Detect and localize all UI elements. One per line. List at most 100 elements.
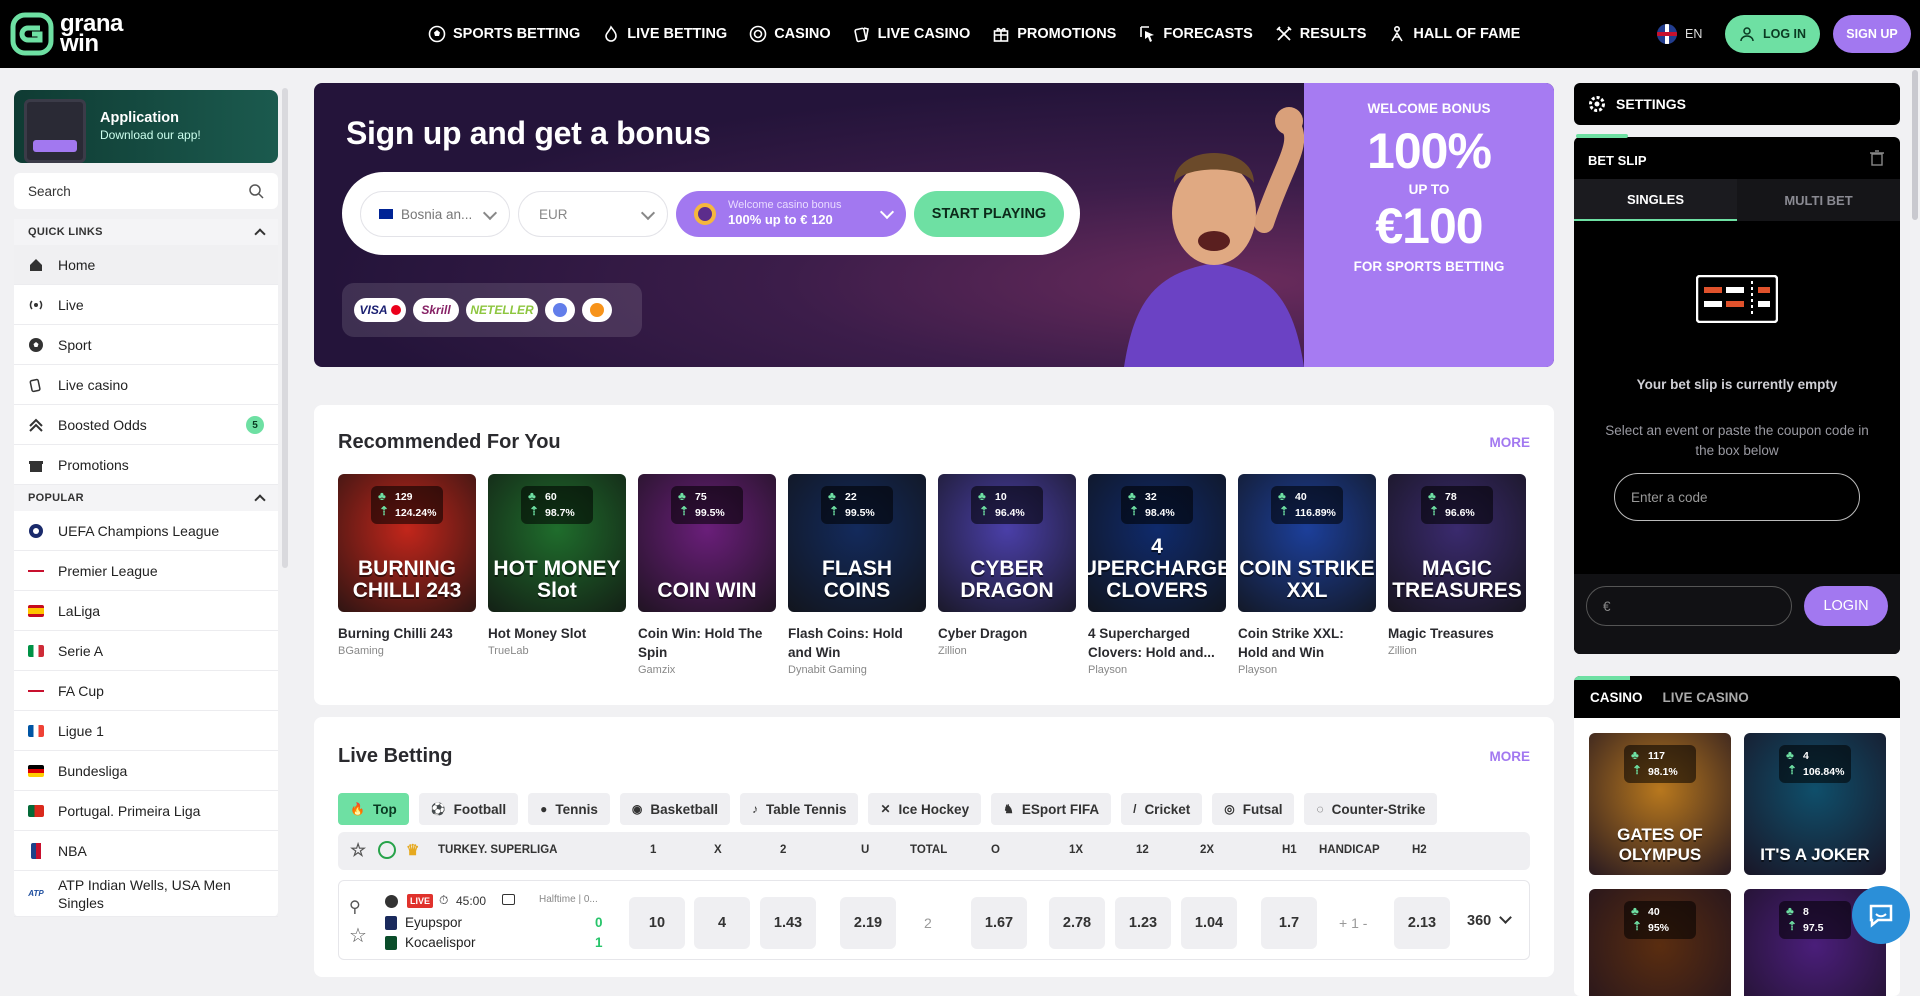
game-name[interactable]: Cyber Dragon	[938, 624, 1076, 643]
odd-button[interactable]: 2.78	[1049, 897, 1105, 949]
game-card[interactable]: 40 116.89% COIN STRIKE XXL Coin Strike XXL:…	[1238, 474, 1376, 676]
nav-promotions[interactable]: PROMOTIONS	[992, 25, 1116, 43]
nav-live-casino[interactable]: LIVE CASINO	[853, 25, 970, 43]
game-name[interactable]: Magic Treasures	[1388, 624, 1526, 643]
trash-icon[interactable]	[1870, 150, 1884, 166]
sidebar-item-primeira-liga[interactable]: Portugal. Primeira Liga	[14, 791, 278, 831]
star-icon[interactable]: ☆	[349, 923, 367, 948]
game-thumbnail[interactable]: 10 96.4% CYBER DRAGON	[938, 474, 1076, 612]
game-name[interactable]: Burning Chilli 243	[338, 624, 476, 643]
video-icon[interactable]	[502, 894, 515, 905]
nav-sports-betting[interactable]: SPORTS BETTING	[428, 25, 580, 43]
signup-button[interactable]: SIGN UP	[1833, 15, 1911, 53]
nav-forecasts[interactable]: FORECASTS	[1138, 25, 1253, 43]
sidebar-item-home[interactable]: Home	[14, 245, 278, 285]
sidebar-item-fa-cup[interactable]: FA Cup	[14, 671, 278, 711]
sidebar-item-live[interactable]: Live	[14, 285, 278, 325]
game-card[interactable]: 75 99.5% COIN WIN Coin Win: Hold The Spin Ga…	[638, 474, 776, 676]
sidebar-item-serie-a[interactable]: Serie A	[14, 631, 278, 671]
game-name[interactable]: Coin Win: Hold The Spin	[638, 624, 776, 662]
game-name[interactable]: Hot Money Slot	[488, 624, 626, 643]
tab-live-casino[interactable]: LIVE CASINO	[1663, 690, 1749, 705]
page-scrollbar[interactable]	[1912, 70, 1918, 220]
nav-hall-of-fame[interactable]: HALL OF FAME	[1388, 25, 1520, 43]
odd-button[interactable]: 2.19	[840, 897, 896, 949]
odd-button[interactable]: 1.7	[1261, 897, 1317, 949]
settings-bar[interactable]: SETTINGS	[1574, 83, 1900, 125]
tab-sport[interactable]: ◉ Basketball	[619, 793, 730, 825]
tab-sport[interactable]: ● Tennis	[528, 793, 610, 825]
odd-button[interactable]: 1.04	[1181, 897, 1237, 949]
sidebar-item-live-casino[interactable]: Live casino	[14, 365, 278, 405]
pin-icon[interactable]: ⚲	[349, 897, 361, 917]
odd-button[interactable]: 10	[629, 897, 685, 949]
tab-sport[interactable]: ♞ ESport FIFA	[991, 793, 1112, 825]
chevron-down-icon[interactable]	[1499, 911, 1512, 924]
tab-sport[interactable]: ◌ Counter-Strike	[1304, 793, 1438, 825]
game-card[interactable]: 22 99.5% FLASH COINS Flash Coins: Hold and …	[788, 474, 926, 676]
tab-sport[interactable]: ◎ Futsal	[1212, 793, 1295, 825]
game-name[interactable]: 4 Supercharged Clovers: Hold and...	[1088, 624, 1226, 662]
language-selector[interactable]: EN	[1657, 24, 1702, 44]
tab-multi-bet[interactable]: MULTI BET	[1737, 179, 1900, 221]
star-icon[interactable]: ☆	[350, 840, 366, 861]
bonus-select[interactable]: Welcome casino bonus 100% up to € 120	[676, 191, 906, 237]
tab-casino[interactable]: CASINO	[1590, 690, 1643, 705]
bet-slip-login-button[interactable]: LOGIN	[1804, 586, 1888, 626]
sidebar-item-promotions[interactable]: Promotions	[14, 445, 278, 485]
sidebar-item-premier-league[interactable]: Premier League	[14, 551, 278, 591]
game-card[interactable]: 78 96.6% MAGIC TREASURES Magic Treasures Zil…	[1388, 474, 1526, 676]
nav-casino[interactable]: CASINO	[749, 25, 831, 43]
game-card[interactable]: 10 96.4% CYBER DRAGON Cyber Dragon Zillion	[938, 474, 1076, 676]
sidebar-item-ucl[interactable]: UEFA Champions League	[14, 511, 278, 551]
sidebar-item-atp-indian-wells[interactable]: ATP ATP Indian Wells, USA Men Singles	[14, 871, 278, 917]
game-thumbnail[interactable]: 75 99.5% COIN WIN	[638, 474, 776, 612]
sidebar-item-ligue-1[interactable]: Ligue 1	[14, 711, 278, 751]
sidebar-item-bundesliga[interactable]: Bundesliga	[14, 751, 278, 791]
odd-button[interactable]: 1.43	[760, 897, 816, 949]
sidebar-item-laliga[interactable]: LaLiga	[14, 591, 278, 631]
game-thumbnail[interactable]: 40 116.89% COIN STRIKE XXL	[1238, 474, 1376, 612]
casino-game-card[interactable]: 117 98.1% GATES OF OLYMPUS	[1589, 733, 1731, 875]
odd-button[interactable]: 2.13	[1394, 897, 1450, 949]
chat-support-button[interactable]	[1852, 886, 1910, 944]
tab-sport[interactable]: ♪ Table Tennis	[739, 793, 859, 825]
tab-sport[interactable]: ✕ Ice Hockey	[868, 793, 982, 825]
tab-singles[interactable]: SINGLES	[1574, 179, 1737, 221]
odd-button[interactable]: 4	[694, 897, 750, 949]
recommended-more-link[interactable]: MORE	[1490, 435, 1531, 450]
tab-sport[interactable]: ⚽ Football	[418, 793, 519, 825]
popular-header[interactable]: POPULAR	[14, 485, 278, 511]
game-thumbnail[interactable]: 22 99.5% FLASH COINS	[788, 474, 926, 612]
login-button[interactable]: LOG IN	[1725, 15, 1820, 53]
app-download-banner[interactable]: Application Download our app!	[14, 90, 278, 163]
stake-amount-input[interactable]: €	[1586, 586, 1792, 626]
game-name[interactable]: Coin Strike XXL: Hold and Win	[1238, 624, 1376, 662]
odd-button[interactable]: 1.67	[971, 897, 1027, 949]
game-thumbnail[interactable]: 78 96.6% MAGIC TREASURES	[1388, 474, 1526, 612]
granawin-logo[interactable]: grana win	[10, 12, 170, 56]
search-input[interactable]: Search	[14, 173, 278, 209]
game-card[interactable]: 32 98.4% 4 SUPERCHARGED CLOVERS 4 Superchar…	[1088, 474, 1226, 676]
game-card[interactable]: 60 98.7% HOT MONEY Slot Hot Money Slot TrueL…	[488, 474, 626, 676]
sidebar-item-nba[interactable]: NBA	[14, 831, 278, 871]
casino-game-card[interactable]: 4 106.84% IT'S A JOKER	[1744, 733, 1886, 875]
game-thumbnail[interactable]: 129 124.24% BURNING CHILLI 243	[338, 474, 476, 612]
quick-links-header[interactable]: QUICK LINKS	[14, 219, 278, 245]
coupon-code-input[interactable]: Enter a code	[1614, 473, 1860, 521]
nav-live-betting[interactable]: LIVE BETTING	[602, 25, 727, 43]
country-select[interactable]: Bosnia an...	[360, 191, 510, 237]
tab-sport[interactable]: / Cricket	[1121, 793, 1203, 825]
nav-results[interactable]: RESULTS	[1275, 25, 1366, 43]
game-name[interactable]: Flash Coins: Hold and Win	[788, 624, 926, 662]
sidebar-scrollbar[interactable]	[282, 88, 288, 568]
sidebar-item-sport[interactable]: Sport	[14, 325, 278, 365]
markets-count[interactable]: 360	[1467, 913, 1491, 929]
casino-game-card[interactable]: 4095%	[1589, 889, 1731, 996]
welcome-bonus-panel[interactable]: WELCOME BONUS 100% UP TO €100 FOR SPORTS…	[1304, 83, 1554, 367]
tab-sport[interactable]: 🔥 Top	[338, 793, 409, 825]
odd-button[interactable]: 1.23	[1115, 897, 1171, 949]
live-more-link[interactable]: MORE	[1490, 749, 1531, 764]
sidebar-item-boosted-odds[interactable]: Boosted Odds 5	[14, 405, 278, 445]
match-row[interactable]: ⚲ ☆ LIVE ⏱ 45:00 Halftime | 0... Eyupspo…	[338, 880, 1530, 960]
